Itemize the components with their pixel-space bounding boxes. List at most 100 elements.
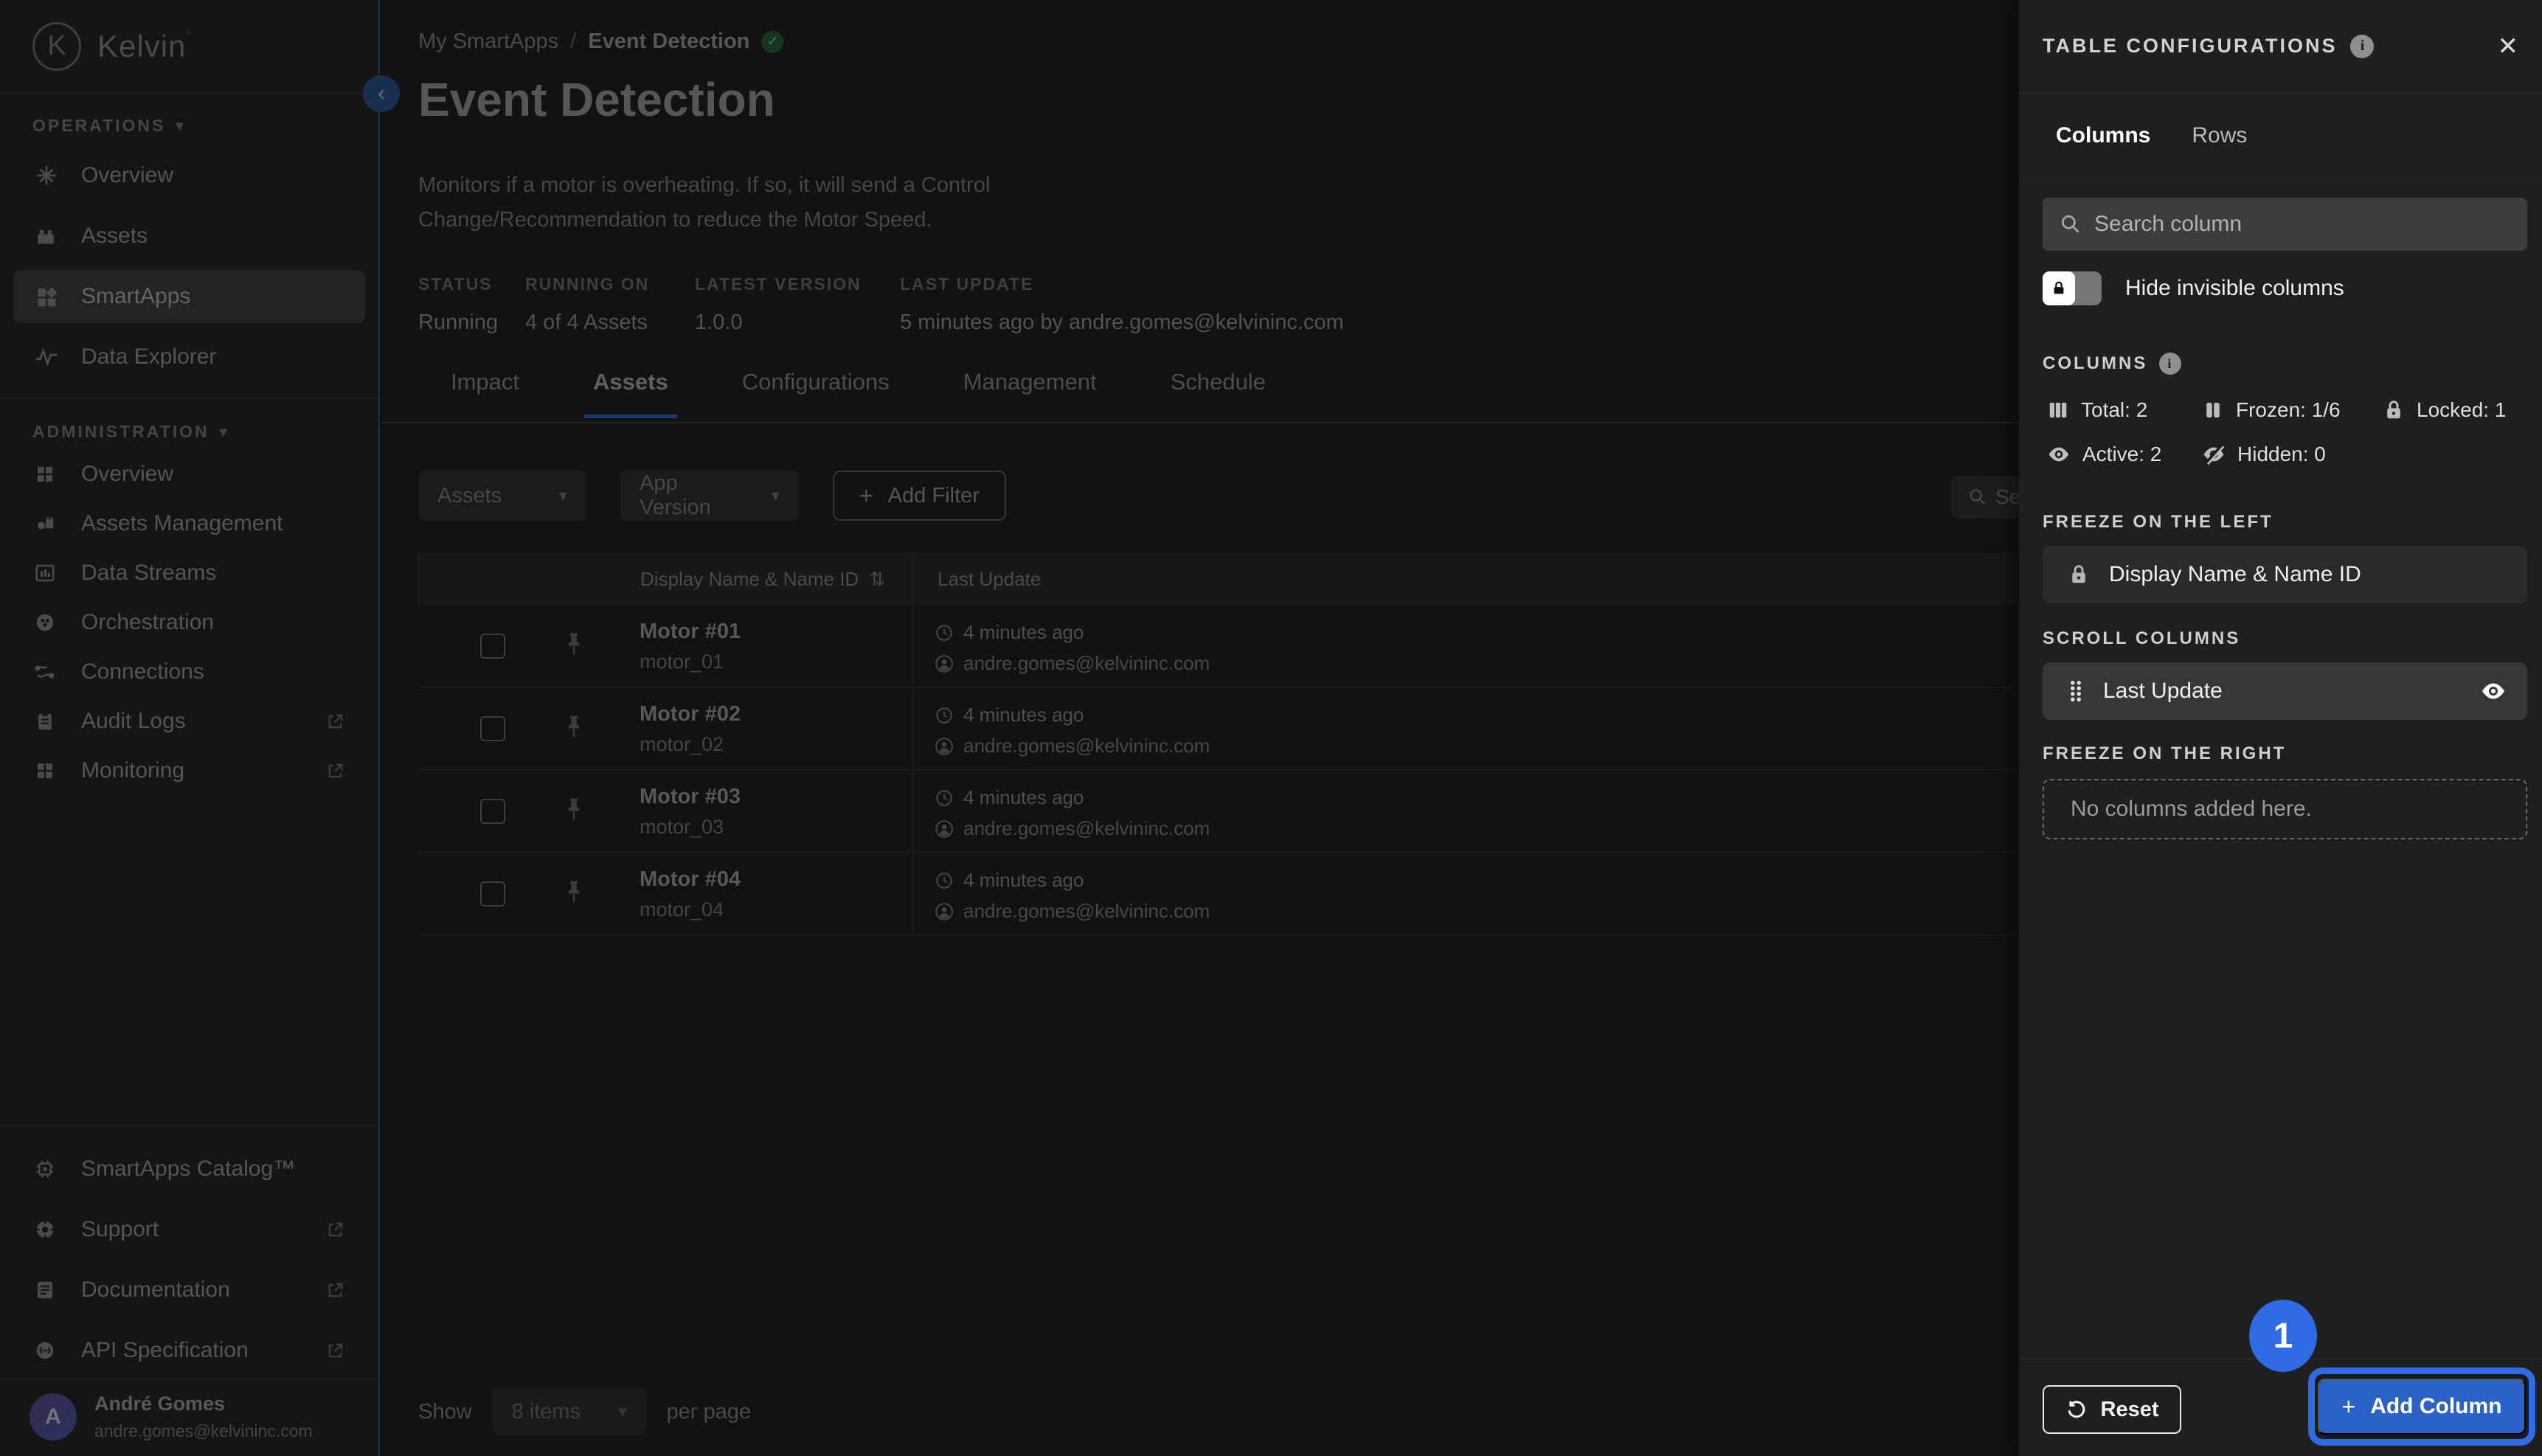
smartapps-catalog-icon bbox=[34, 1158, 81, 1180]
table-row[interactable]: Motor #02 motor_02 4 minutes ago andre.g… bbox=[418, 687, 2019, 770]
sidebar-collapse-button[interactable]: ‹ bbox=[363, 75, 400, 112]
pin-icon[interactable] bbox=[563, 879, 585, 904]
breadcrumb-current: Event Detection bbox=[588, 30, 749, 54]
operations-section-header[interactable]: OPERATIONS ▾ bbox=[0, 109, 378, 142]
avatar: A bbox=[30, 1393, 77, 1441]
sidebar-item-connections[interactable]: Connections bbox=[13, 649, 365, 695]
sidebar-item-overview[interactable]: Overview bbox=[13, 149, 365, 202]
sidebar-item-assets-management[interactable]: Assets Management bbox=[13, 501, 365, 547]
api-specification-icon bbox=[34, 1339, 81, 1362]
plus-icon: + bbox=[859, 482, 873, 510]
sidebar-item-smartapps[interactable]: SmartApps bbox=[13, 270, 365, 323]
tab-rows[interactable]: Rows bbox=[2192, 123, 2247, 148]
reset-icon bbox=[2065, 1398, 2088, 1421]
scroll-column-item[interactable]: Last Update bbox=[2043, 662, 2527, 720]
column-header-last-update[interactable]: Last Update bbox=[938, 568, 1041, 591]
filter-bar: Assets ▾ App Version ▾ + Add Filter bbox=[418, 471, 1006, 521]
table-row[interactable]: Motor #04 motor_04 4 minutes ago andre.g… bbox=[418, 853, 2019, 935]
sidebar-item-api-specification[interactable]: API Specification bbox=[13, 1324, 365, 1377]
tab-schedule[interactable]: Schedule bbox=[1162, 369, 1275, 418]
sidebar-item-support[interactable]: Support bbox=[13, 1203, 365, 1256]
table-configurations-panel: TABLE CONFIGURATIONS i ✕ Columns Rows Hi… bbox=[2019, 0, 2542, 1456]
info-icon[interactable]: i bbox=[2159, 353, 2181, 375]
row-checkbox[interactable] bbox=[480, 799, 505, 824]
page-size-dropdown[interactable]: 8 items ▾ bbox=[493, 1388, 646, 1435]
clock-icon bbox=[935, 623, 954, 642]
administration-section-header[interactable]: ADMINISTRATION ▾ bbox=[0, 415, 378, 448]
add-filter-button[interactable]: + Add Filter bbox=[833, 471, 1006, 521]
column-divider bbox=[912, 770, 913, 852]
stat-locked: Locked: 1 bbox=[2383, 398, 2506, 422]
pin-icon[interactable] bbox=[563, 631, 585, 656]
tab-assets[interactable]: Assets bbox=[584, 369, 677, 418]
sidebar-item-orchestration[interactable]: Orchestration bbox=[13, 600, 365, 645]
documentation-icon bbox=[34, 1279, 81, 1301]
add-column-button[interactable]: + Add Column bbox=[2318, 1379, 2526, 1435]
user-icon bbox=[935, 819, 954, 839]
user-icon bbox=[935, 902, 954, 921]
sidebar-item-monitoring[interactable]: Monitoring bbox=[13, 748, 365, 794]
main-tabs: Impact Assets Configurations Management … bbox=[442, 369, 1275, 418]
table-search-input[interactable]: Se bbox=[1951, 476, 2019, 519]
sidebar-item-smartapps-catalog[interactable]: SmartApps Catalog™ bbox=[13, 1143, 365, 1196]
hide-invisible-toggle-row: Hide invisible columns bbox=[2043, 271, 2344, 305]
column-divider bbox=[912, 605, 913, 687]
main-content: My SmartApps / Event Detection ✓ Event D… bbox=[381, 0, 2019, 1456]
table-row[interactable]: Motor #01 motor_01 4 minutes ago andre.g… bbox=[418, 605, 2019, 687]
assets-icon bbox=[34, 224, 81, 248]
sort-icon[interactable]: ⇅ bbox=[869, 568, 885, 591]
clock-icon bbox=[935, 871, 954, 890]
app-version-filter-dropdown[interactable]: App Version ▾ bbox=[620, 471, 799, 521]
support-icon bbox=[34, 1218, 81, 1241]
sidebar-item-admin-overview[interactable]: Overview bbox=[13, 451, 365, 497]
row-checkbox[interactable] bbox=[480, 881, 505, 906]
info-icon[interactable]: i bbox=[2350, 35, 2374, 58]
column-search[interactable] bbox=[2043, 198, 2527, 251]
sidebar-item-data-streams[interactable]: Data Streams bbox=[13, 550, 365, 596]
data-streams-icon bbox=[34, 562, 81, 584]
tab-management[interactable]: Management bbox=[955, 369, 1106, 418]
columns-stats-row-1: Total: 2 Frozen: 1/6 Locked: 1 bbox=[2047, 398, 2506, 422]
hide-invisible-toggle[interactable] bbox=[2043, 271, 2102, 305]
admin-overview-icon bbox=[34, 463, 81, 485]
scroll-columns-header: SCROLL COLUMNS bbox=[2043, 628, 2240, 649]
reset-button[interactable]: Reset bbox=[2043, 1385, 2181, 1434]
eye-icon[interactable] bbox=[2480, 678, 2507, 704]
frozen-column-item[interactable]: Display Name & Name ID bbox=[2043, 546, 2527, 603]
show-label: Show bbox=[418, 1400, 472, 1424]
tab-impact[interactable]: Impact bbox=[442, 369, 528, 418]
column-header-display-name[interactable]: Display Name & Name ID ⇅ bbox=[640, 568, 885, 591]
external-link-icon bbox=[325, 1340, 346, 1361]
eye-icon bbox=[2047, 443, 2071, 466]
tab-configurations[interactable]: Configurations bbox=[733, 369, 898, 418]
data-explorer-icon bbox=[34, 344, 81, 370]
search-icon bbox=[1967, 487, 1988, 507]
assets-filter-dropdown[interactable]: Assets ▾ bbox=[418, 471, 586, 521]
sidebar-item-audit-logs[interactable]: Audit Logs bbox=[13, 698, 365, 744]
pin-icon[interactable] bbox=[563, 797, 585, 822]
table-header-row: Display Name & Name ID ⇅ Last Update bbox=[418, 553, 2019, 605]
user-profile[interactable]: A André Gomes andre.gomes@kelvininc.com bbox=[0, 1379, 378, 1456]
tab-columns[interactable]: Columns bbox=[2056, 123, 2150, 148]
row-checkbox[interactable] bbox=[480, 716, 505, 741]
lock-icon bbox=[2383, 399, 2405, 421]
external-link-icon bbox=[325, 1219, 346, 1240]
pin-icon[interactable] bbox=[563, 714, 585, 739]
search-icon bbox=[2059, 212, 2082, 236]
sidebar-item-data-explorer[interactable]: Data Explorer bbox=[13, 330, 365, 384]
frozen-columns-icon bbox=[2202, 399, 2224, 421]
close-icon[interactable]: ✕ bbox=[2498, 32, 2519, 61]
drag-handle-icon[interactable] bbox=[2068, 679, 2084, 704]
chevron-down-icon: ▾ bbox=[220, 423, 229, 441]
user-email: andre.gomes@kelvininc.com bbox=[94, 1421, 313, 1441]
page-description: Monitors if a motor is overheating. If s… bbox=[418, 168, 990, 238]
search-column-input[interactable] bbox=[2094, 212, 2511, 237]
row-checkbox[interactable] bbox=[480, 634, 505, 659]
table-row[interactable]: Motor #03 motor_03 4 minutes ago andre.g… bbox=[418, 770, 2019, 853]
breadcrumb-parent[interactable]: My SmartApps bbox=[418, 30, 558, 54]
tabs-divider bbox=[381, 422, 2019, 423]
sidebar-item-assets[interactable]: Assets bbox=[13, 209, 365, 263]
stat-frozen: Frozen: 1/6 bbox=[2202, 398, 2383, 422]
sidebar-item-documentation[interactable]: Documentation bbox=[13, 1263, 365, 1317]
hide-invisible-label: Hide invisible columns bbox=[2125, 276, 2344, 301]
